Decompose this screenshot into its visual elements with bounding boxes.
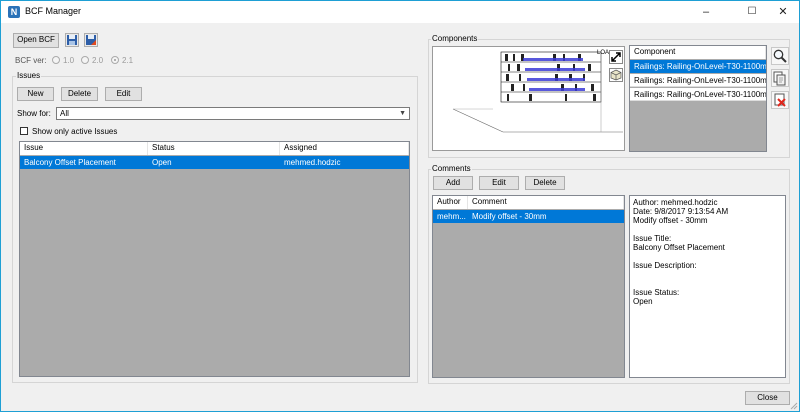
zoom-to-component-button[interactable] [771,47,789,65]
snapshot-viewer[interactable]: LOA [432,46,625,151]
save-as-icon[interactable] [84,33,98,47]
comments-table[interactable]: Author Comment mehm... Modify offset - 3… [432,195,625,378]
open-bcf-button[interactable]: Open BCF [13,33,59,48]
detail-issue-status: Open [633,297,653,306]
show-for-label: Show for: [17,109,51,118]
delete-component-icon [774,93,786,107]
bcf-version-option-2-0: 2.0 [92,56,104,65]
copy-components-icon [773,71,786,86]
column-header-status[interactable]: Status [148,142,280,155]
maximize-button[interactable]: ☐ [736,1,768,23]
edit-comment-button[interactable]: Edit [479,176,519,190]
save-icon[interactable] [65,33,79,47]
detail-issue-status-label: Issue Status: [633,288,680,297]
column-header-assigned[interactable]: Assigned [280,142,409,155]
comment-text-cell: Modify offset - 30mm [472,212,547,221]
add-comment-button[interactable]: Add [433,176,473,190]
column-header-component[interactable]: Component [630,46,766,59]
issues-table-header: Issue Status Assigned [20,142,409,155]
delete-issue-button[interactable]: Delete [61,87,98,101]
snapshot-level-label: LOA [597,50,610,56]
close-window-button[interactable]: ✕ [767,1,799,23]
3d-view-cube-icon[interactable] [609,68,623,82]
component-row[interactable]: Railings: Railing-OnLevel-T30-1100mm [630,60,766,73]
components-group-title: Components [431,34,479,43]
bcf-version-radio-1-0[interactable] [52,56,60,64]
comments-table-header: Author Comment [433,196,624,209]
minimize-button[interactable]: – [690,1,722,23]
issue-status-cell: Open [152,158,172,167]
detail-comment: Modify offset - 30mm [633,216,708,225]
column-header-author[interactable]: Author [433,196,468,209]
bcf-version-option-2-1: 2.1 [122,56,134,65]
active-issues-checkbox[interactable] [20,127,28,135]
issues-table[interactable]: Issue Status Assigned Balcony Offset Pla… [19,141,410,377]
component-row[interactable]: Railings: Railing-OnLevel-T30-1100mm [630,74,766,87]
detail-date: Date: 9/8/2017 9:13:54 AM [633,207,729,216]
title-bar: N BCF Manager – ☐ ✕ [1,1,799,23]
detail-issue-title-label: Issue Title: [633,234,672,243]
detail-issue-title: Balcony Offset Placement [633,243,725,252]
bcf-version-label: BCF ver: [15,56,47,65]
issue-name-cell: Balcony Offset Placement [24,158,116,167]
delete-comment-button[interactable]: Delete [525,176,565,190]
close-button[interactable]: Close [745,391,790,405]
remove-component-button[interactable] [771,91,789,109]
components-table[interactable]: Component Railings: Railing-OnLevel-T30-… [629,45,767,152]
detail-author: Author: mehmed.hodzic [633,198,718,207]
comment-detail-panel[interactable]: Author: mehmed.hodzic Date: 9/8/2017 9:1… [629,195,786,378]
issues-group-title: Issues [16,71,42,80]
component-name-cell: Railings: Railing-OnLevel-T30-1100mm [634,62,766,71]
detail-issue-description-label: Issue Description: [633,261,697,270]
table-row[interactable]: Balcony Offset Placement Open mehmed.hod… [20,156,409,169]
bcf-manager-window: N BCF Manager – ☐ ✕ Open BCF BCF ver: 1.… [0,0,800,412]
chevron-down-icon: ▼ [399,110,406,117]
app-logo-icon: N [8,6,20,18]
components-table-header: Component [630,46,766,59]
expand-icon[interactable] [609,50,623,64]
active-issues-label: Show only active Issues [32,127,118,136]
building-snapshot-image [452,51,623,133]
magnifier-icon [773,49,787,63]
bcf-version-option-1-0: 1.0 [63,56,75,65]
comments-group-title: Comments [431,164,472,173]
comment-row[interactable]: mehm... Modify offset - 30mm [433,210,624,223]
comment-author-cell: mehm... [437,212,466,221]
new-issue-button[interactable]: New [17,87,54,101]
bcf-version-radio-2-0[interactable] [81,56,89,64]
show-for-value: All [60,109,69,118]
component-name-cell: Railings: Railing-OnLevel-T30-1100mm [634,90,766,99]
resize-grip-icon[interactable] [790,402,798,410]
component-row[interactable]: Railings: Railing-OnLevel-T30-1100mm [630,88,766,101]
bcf-version-radio-2-1[interactable] [111,56,119,64]
issue-assigned-cell: mehmed.hodzic [284,158,341,167]
add-component-button[interactable] [771,69,789,87]
edit-issue-button[interactable]: Edit [105,87,142,101]
component-name-cell: Railings: Railing-OnLevel-T30-1100mm [634,76,766,85]
column-header-comment[interactable]: Comment [468,196,624,209]
show-for-select[interactable]: All ▼ [56,107,410,120]
window-title: BCF Manager [25,6,82,16]
column-header-issue[interactable]: Issue [20,142,148,155]
